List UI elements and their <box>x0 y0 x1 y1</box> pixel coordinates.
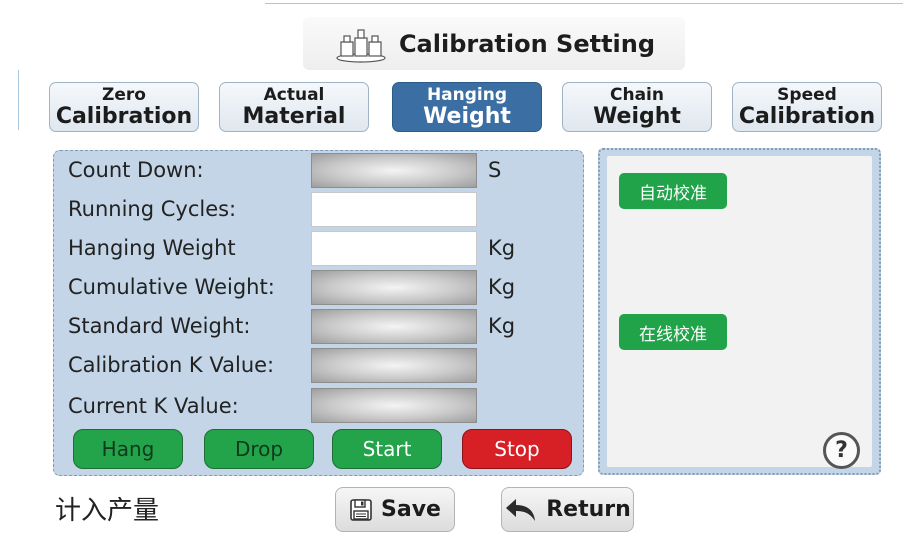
drop-button[interactable]: Drop <box>204 429 314 469</box>
calibration-k-value-label: Calibration K Value: <box>68 353 275 377</box>
running-cycles-input[interactable] <box>311 192 477 227</box>
title-bar: Calibration Setting <box>303 17 685 70</box>
return-label: Return <box>546 497 631 522</box>
standard-weight-display <box>311 309 477 344</box>
hang-button[interactable]: Hang <box>73 429 183 469</box>
cumulative-weight-display <box>311 270 477 305</box>
calibration-setting-screen: Calibration Setting Zero Calibration Act… <box>0 0 903 543</box>
tab-label-line2: Calibration <box>738 103 876 129</box>
return-icon <box>506 498 536 521</box>
standard-weight-label: Standard Weight: <box>68 314 251 338</box>
calibration-k-value-display <box>311 348 477 383</box>
save-label: Save <box>381 497 441 522</box>
cumulative-weight-unit: Kg <box>488 275 516 299</box>
tab-label-line1: Hanging <box>426 84 508 105</box>
stop-button[interactable]: Stop <box>462 429 572 469</box>
tab-label-line1: Speed <box>777 84 837 105</box>
auto-calibrate-button[interactable]: 自动校准 <box>619 173 727 209</box>
hanging-weight-input[interactable] <box>311 231 477 266</box>
tab-label-line1: Actual <box>263 84 325 105</box>
running-cycles-label: Running Cycles: <box>68 197 237 221</box>
return-button[interactable]: Return <box>501 487 634 532</box>
count-down-display <box>311 153 477 188</box>
start-button[interactable]: Start <box>332 429 442 469</box>
weights-icon <box>336 28 386 63</box>
online-calibrate-button[interactable]: 在线校准 <box>619 314 727 350</box>
tab-hanging-weight[interactable]: Hanging Weight <box>392 82 542 132</box>
current-k-value-display <box>311 388 477 423</box>
help-icon[interactable]: ? <box>823 432 860 469</box>
tab-label-line2: Weight <box>423 103 511 129</box>
top-divider <box>265 3 903 4</box>
count-output-label: 计入产量 <box>55 496 160 526</box>
tab-actual-material[interactable]: Actual Material <box>219 82 369 132</box>
tab-label-line2: Weight <box>593 103 681 129</box>
count-down-label: Count Down: <box>68 158 204 182</box>
hanging-weight-unit: Kg <box>488 236 516 260</box>
current-k-value-label: Current K Value: <box>68 394 239 418</box>
left-divider <box>18 70 19 130</box>
cumulative-weight-label: Cumulative Weight: <box>68 275 275 299</box>
tab-label-line1: Chain <box>610 84 664 105</box>
tab-label-line2: Calibration <box>55 103 193 129</box>
save-button[interactable]: Save <box>335 487 455 532</box>
standard-weight-unit: Kg <box>488 314 516 338</box>
count-down-unit: S <box>488 158 502 182</box>
tab-speed-calibration[interactable]: Speed Calibration <box>732 82 882 132</box>
tab-label-line1: Zero <box>102 84 146 105</box>
tab-chain-weight[interactable]: Chain Weight <box>562 82 712 132</box>
save-icon <box>350 498 372 521</box>
page-title: Calibration Setting <box>398 29 656 58</box>
hanging-weight-label: Hanging Weight <box>68 236 236 260</box>
tab-label-line2: Material <box>242 103 346 129</box>
tab-zero-calibration[interactable]: Zero Calibration <box>49 82 199 132</box>
